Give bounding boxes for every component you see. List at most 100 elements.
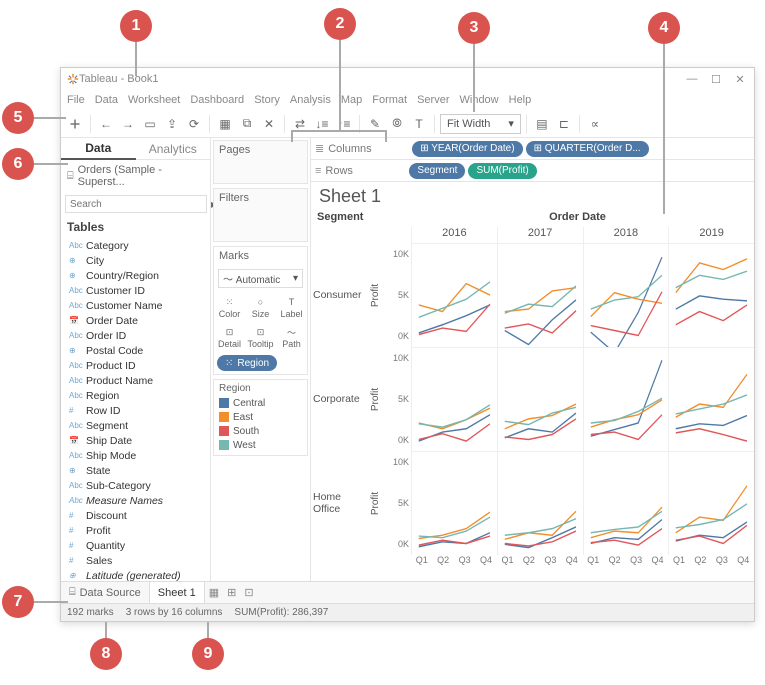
legend-item-south[interactable]: South: [219, 424, 302, 438]
field-ship-mode[interactable]: AbcShip Mode: [63, 448, 208, 463]
column-pill[interactable]: ⊞ YEAR(Order Date): [412, 141, 522, 157]
chart-cell[interactable]: [411, 347, 497, 451]
menu-format[interactable]: Format: [370, 94, 409, 106]
field-region[interactable]: AbcRegion: [63, 388, 208, 403]
field-quantity[interactable]: #Quantity: [63, 538, 208, 553]
field-product-name[interactable]: AbcProduct Name: [63, 373, 208, 388]
pages-shelf[interactable]: Pages: [213, 140, 308, 184]
data-source-tab[interactable]: ⌸Data Source: [61, 582, 150, 603]
chart-cell[interactable]: [411, 243, 497, 347]
menu-analysis[interactable]: Analysis: [288, 94, 333, 106]
new-data-button[interactable]: ⇪: [162, 114, 182, 134]
mark-label[interactable]: TLabel: [276, 292, 307, 322]
mark-path[interactable]: 〜Path: [276, 322, 307, 352]
undo-button[interactable]: ←: [96, 114, 116, 134]
field-type-icon: Abc: [69, 331, 81, 340]
field-measure-names[interactable]: AbcMeasure Names: [63, 493, 208, 508]
menu-window[interactable]: Window: [458, 94, 501, 106]
search-input[interactable]: [65, 195, 207, 213]
menu-file[interactable]: File: [65, 94, 87, 106]
chart-cell[interactable]: [668, 347, 754, 451]
filters-shelf[interactable]: Filters: [213, 188, 308, 242]
datasource-row[interactable]: ⌸ Orders (Sample - Superst...: [61, 160, 210, 192]
new-worksheet-tab-button[interactable]: ▦: [205, 586, 223, 599]
redo-button[interactable]: →: [118, 114, 138, 134]
tab-analytics[interactable]: Analytics: [136, 138, 211, 160]
menu-help[interactable]: Help: [507, 94, 534, 106]
mark-type-dropdown[interactable]: 〜 Automatic ▾: [218, 269, 303, 288]
field-product-id[interactable]: AbcProduct ID: [63, 358, 208, 373]
field-discount[interactable]: #Discount: [63, 508, 208, 523]
column-pill[interactable]: ⊞ QUARTER(Order D...: [526, 141, 649, 157]
mark-cell-label: Label: [280, 309, 302, 319]
chart-cell[interactable]: [497, 347, 583, 451]
row-header-consumer: Consumer: [311, 243, 369, 347]
row-pill[interactable]: Segment: [409, 163, 465, 179]
field-category[interactable]: AbcCategory: [63, 238, 208, 253]
menu-story[interactable]: Story: [252, 94, 282, 106]
menu-worksheet[interactable]: Worksheet: [126, 94, 182, 106]
data-pane: Data Analytics ⌸ Orders (Sample - Supers…: [61, 138, 211, 581]
tableau-button[interactable]: [65, 114, 85, 134]
field-segment[interactable]: AbcSegment: [63, 418, 208, 433]
menu-map[interactable]: Map: [339, 94, 364, 106]
chart-cell[interactable]: [668, 243, 754, 347]
duplicate-button[interactable]: ⧉: [237, 114, 257, 134]
field-latitude-generated-[interactable]: ⊕Latitude (generated): [63, 568, 208, 581]
legend-item-central[interactable]: Central: [219, 396, 302, 410]
marks-color-pill[interactable]: ⁙ Region: [217, 355, 277, 371]
menu-data[interactable]: Data: [93, 94, 120, 106]
mark-color[interactable]: ⁙Color: [214, 292, 245, 322]
window-close-button[interactable]: ✕: [732, 73, 748, 86]
field-postal-code[interactable]: ⊕Postal Code: [63, 343, 208, 358]
row-pill[interactable]: SUM(Profit): [468, 163, 536, 179]
field-sales[interactable]: #Sales: [63, 553, 208, 568]
field-country-region[interactable]: ⊕Country/Region: [63, 268, 208, 283]
field-customer-name[interactable]: AbcCustomer Name: [63, 298, 208, 313]
new-story-tab-button[interactable]: ⊡: [240, 586, 257, 599]
field-type-icon: Abc: [69, 286, 81, 295]
field-state[interactable]: ⊕State: [63, 463, 208, 478]
mark-tooltip[interactable]: ⊡Tooltip: [245, 322, 276, 352]
chart-cell[interactable]: [497, 243, 583, 347]
field-order-date[interactable]: 📅Order Date: [63, 313, 208, 328]
tab-data[interactable]: Data: [61, 138, 136, 160]
refresh-button[interactable]: ⟳: [184, 114, 204, 134]
x-tick: Q4: [561, 555, 582, 571]
mark-size[interactable]: ○Size: [245, 292, 276, 322]
share-button[interactable]: ∝: [585, 114, 605, 134]
fit-dropdown[interactable]: Fit Width ▾: [440, 114, 521, 134]
label-button[interactable]: T: [409, 114, 429, 134]
clear-button[interactable]: ✕: [259, 114, 279, 134]
menu-dashboard[interactable]: Dashboard: [188, 94, 246, 106]
presentation-button[interactable]: ⊏: [554, 114, 574, 134]
show-me-button[interactable]: ▤: [532, 114, 552, 134]
field-ship-date[interactable]: 📅Ship Date: [63, 433, 208, 448]
sheet-tab[interactable]: Sheet 1: [150, 582, 205, 603]
chart-cell[interactable]: [497, 451, 583, 555]
menu-server[interactable]: Server: [415, 94, 451, 106]
field-profit[interactable]: #Profit: [63, 523, 208, 538]
mark-detail[interactable]: ⊡Detail: [214, 322, 245, 352]
columns-shelf[interactable]: ≣ Columns ⊞ YEAR(Order Date)⊞ QUARTER(Or…: [311, 138, 754, 160]
new-worksheet-button[interactable]: ▦: [215, 114, 235, 134]
field-city[interactable]: ⊕City: [63, 253, 208, 268]
save-button[interactable]: ▭: [140, 114, 160, 134]
new-dashboard-tab-button[interactable]: ⊞: [223, 586, 240, 599]
field-sub-category[interactable]: AbcSub-Category: [63, 478, 208, 493]
sheet-title[interactable]: Sheet 1: [311, 182, 754, 211]
legend-item-east[interactable]: East: [219, 410, 302, 424]
chart-cell[interactable]: [583, 243, 669, 347]
rows-shelf[interactable]: ≡ Rows SegmentSUM(Profit): [311, 160, 754, 182]
chart-cell[interactable]: [411, 451, 497, 555]
field-order-id[interactable]: AbcOrder ID: [63, 328, 208, 343]
group-button[interactable]: ⦾: [387, 114, 407, 134]
window-max-button[interactable]: ☐: [708, 73, 724, 86]
field-row-id[interactable]: #Row ID: [63, 403, 208, 418]
chart-cell[interactable]: [668, 451, 754, 555]
legend-item-west[interactable]: West: [219, 438, 302, 452]
chart-cell[interactable]: [583, 451, 669, 555]
field-customer-id[interactable]: AbcCustomer ID: [63, 283, 208, 298]
chart-cell[interactable]: [583, 347, 669, 451]
window-min-button[interactable]: —: [684, 73, 700, 85]
